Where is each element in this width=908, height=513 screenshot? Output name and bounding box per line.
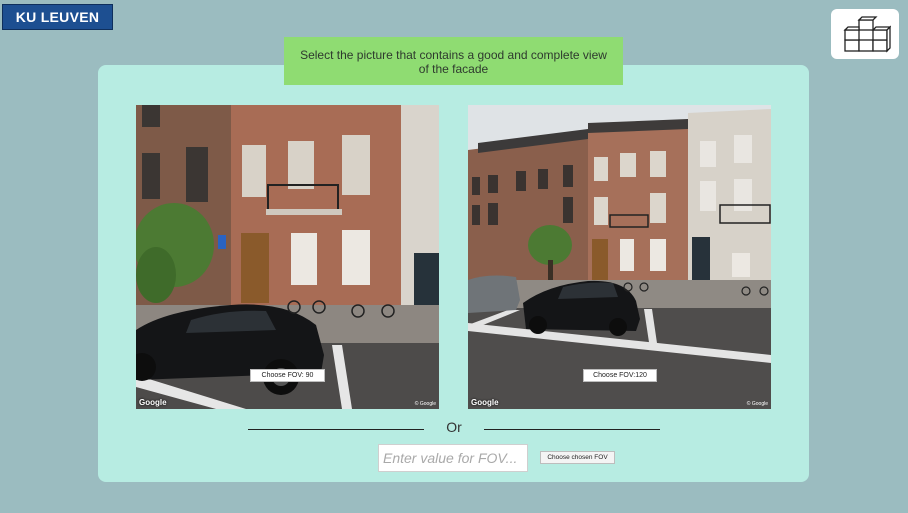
facade-image-fov-90 (136, 105, 439, 409)
copyright-watermark: © Google (746, 401, 768, 407)
instruction-banner: Select the picture that contains a good … (284, 37, 623, 85)
google-watermark: Google (471, 398, 499, 407)
street-view-photo-fov-90[interactable]: Google © Google (136, 105, 439, 409)
choose-fov-90-button[interactable]: Choose FOV: 90 (250, 369, 325, 382)
fov-value-input[interactable] (378, 444, 528, 472)
choose-fov-120-button[interactable]: Choose FOV:120 (583, 369, 657, 382)
blocks-icon-button[interactable] (831, 9, 899, 59)
google-watermark: Google (139, 398, 167, 407)
copyright-watermark: © Google (414, 401, 436, 407)
facade-image-fov-120 (468, 105, 771, 409)
ku-leuven-logo: KU LEUVEN (2, 4, 113, 30)
street-view-photo-fov-120[interactable]: Google © Google (468, 105, 771, 409)
or-separator: Or (446, 419, 462, 435)
divider-right (484, 429, 660, 430)
choose-chosen-fov-button[interactable]: Choose chosen FOV (540, 451, 615, 464)
divider-left (248, 429, 424, 430)
stacked-blocks-icon (843, 16, 891, 53)
